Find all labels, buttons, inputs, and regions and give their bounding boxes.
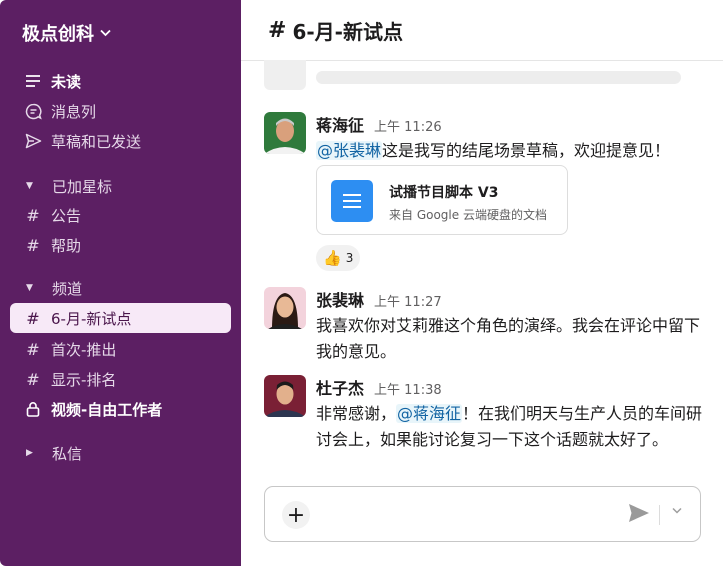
avatar[interactable] xyxy=(264,287,306,329)
placeholder-avatar xyxy=(264,60,306,90)
message-text-content: 非常感谢， xyxy=(316,404,397,423)
avatar[interactable] xyxy=(264,375,306,417)
hash-icon: # xyxy=(26,205,40,225)
sidebar-item-threads[interactable]: 消息列 xyxy=(10,96,231,126)
hash-icon: # xyxy=(268,17,287,43)
chevron-down-icon[interactable] xyxy=(672,504,682,517)
lock-icon xyxy=(23,401,43,417)
message-body: 张裴琳 上午 11:27 我喜欢你对艾莉雅这个角色的演绎。我会在评论中留下我的意… xyxy=(316,287,706,365)
unread-icon xyxy=(23,74,43,88)
caret-right-icon: ▶ xyxy=(26,448,33,458)
user-mention[interactable]: @张裴琳 xyxy=(316,141,383,160)
sender-name[interactable]: 张裴琳 xyxy=(316,287,364,311)
message-body: 蒋海征 上午 11:26 @张裴琳这是我写的结尾场景草稿，欢迎提意见！ xyxy=(316,112,706,164)
document-icon xyxy=(331,180,373,222)
channel-title: 6-月-新试点 xyxy=(292,19,403,44)
user-mention[interactable]: @蒋海征 xyxy=(396,404,463,423)
section-starred[interactable]: ▼ 已加星标 xyxy=(10,173,231,199)
divider xyxy=(659,505,660,525)
channel-label: 6-月-新试点 xyxy=(51,309,132,328)
sidebar-item-label: 草稿和已发送 xyxy=(51,132,142,151)
section-label: 已加星标 xyxy=(52,177,113,196)
sidebar-item-label: 消息列 xyxy=(51,102,97,121)
channel-label: 首次-推出 xyxy=(51,340,117,359)
sender-name[interactable]: 杜子杰 xyxy=(316,375,364,399)
workspace-switcher[interactable]: 极点创科 xyxy=(22,20,111,46)
message-text: @张裴琳这是我写的结尾场景草稿，欢迎提意见！ xyxy=(316,138,706,164)
message-composer[interactable]: + xyxy=(264,486,701,542)
sidebar-item-unread[interactable]: 未读 xyxy=(10,66,231,96)
section-label: 频道 xyxy=(52,279,83,298)
avatar[interactable] xyxy=(264,112,306,154)
send-drafts-icon xyxy=(23,133,43,149)
channel-pane: # 6-月-新试点 蒋海征 上午 11:26 @张裴琳这是我写的结尾场景草稿，欢… xyxy=(241,0,723,566)
reaction-count: 3 xyxy=(345,251,354,265)
section-channels[interactable]: ▼ 频道 xyxy=(10,275,231,301)
workspace-name: 极点创科 xyxy=(22,24,94,45)
sidebar-item-private-channel[interactable]: 视频-自由工作者 xyxy=(10,394,231,424)
sidebar-item-drafts-sent[interactable]: 草稿和已发送 xyxy=(10,126,231,156)
channel-label: 显示-排名 xyxy=(51,370,117,389)
message-text: 我喜欢你对艾莉雅这个角色的演绎。我会在评论中留下我的意见。 xyxy=(316,316,701,361)
reaction-pill[interactable]: 👍 3 xyxy=(316,245,361,271)
sidebar-item-channel[interactable]: # 显示-排名 xyxy=(10,364,231,394)
threads-icon xyxy=(23,103,43,120)
message-text: 非常感谢，@蒋海征！在我们明天与生产人员的车间研讨会上，如果能讨论复习一下这个话… xyxy=(316,401,706,453)
hash-icon: # xyxy=(26,235,40,255)
section-label: 私信 xyxy=(52,444,83,463)
channel-header[interactable]: # 6-月-新试点 xyxy=(241,0,723,61)
sidebar-item-channel[interactable]: # 帮助 xyxy=(10,230,231,260)
attachment-source: 来自 Google 云端硬盘的文档 xyxy=(389,208,547,222)
message-body: 杜子杰 上午 11:38 非常感谢，@蒋海征！在我们明天与生产人员的车间研讨会上… xyxy=(316,375,706,453)
message-text-content: 这是我写的结尾场景草稿，欢迎提意见！ xyxy=(382,141,671,160)
timestamp[interactable]: 上午 11:38 xyxy=(374,379,442,398)
thumbs-up-icon: 👍 xyxy=(323,249,342,267)
hash-icon: # xyxy=(26,369,40,389)
sidebar-item-channel-active[interactable]: # 6-月-新试点 xyxy=(10,303,231,333)
attachment-title: 试播节目脚本 V3 xyxy=(389,185,499,201)
sidebar-item-label: 未读 xyxy=(51,72,82,91)
sidebar-item-channel[interactable]: # 公告 xyxy=(10,200,231,230)
chevron-down-icon xyxy=(100,26,111,40)
channel-label: 公告 xyxy=(51,206,82,225)
sidebar: 极点创科 未读 消息列 草稿和已发送 ▼ 已加星标 # 公告 # 帮助 ▼ 频道… xyxy=(0,0,241,566)
channel-label: 帮助 xyxy=(51,236,82,255)
placeholder-line xyxy=(316,71,681,84)
caret-down-icon: ▼ xyxy=(26,181,33,191)
hash-icon: # xyxy=(26,308,40,328)
sidebar-item-channel[interactable]: # 首次-推出 xyxy=(10,334,231,364)
hash-icon: # xyxy=(26,339,40,359)
timestamp[interactable]: 上午 11:26 xyxy=(374,116,442,135)
app-window: 极点创科 未读 消息列 草稿和已发送 ▼ 已加星标 # 公告 # 帮助 ▼ 频道… xyxy=(0,0,723,566)
caret-down-icon: ▼ xyxy=(26,283,33,293)
file-attachment[interactable]: 试播节目脚本 V3 来自 Google 云端硬盘的文档 xyxy=(316,165,568,235)
section-direct-messages[interactable]: ▶ 私信 xyxy=(10,440,231,466)
timestamp[interactable]: 上午 11:27 xyxy=(374,291,442,310)
plus-icon[interactable]: + xyxy=(282,501,310,529)
channel-label: 视频-自由工作者 xyxy=(51,400,163,419)
sender-name[interactable]: 蒋海征 xyxy=(316,112,364,136)
send-icon[interactable] xyxy=(628,503,652,527)
